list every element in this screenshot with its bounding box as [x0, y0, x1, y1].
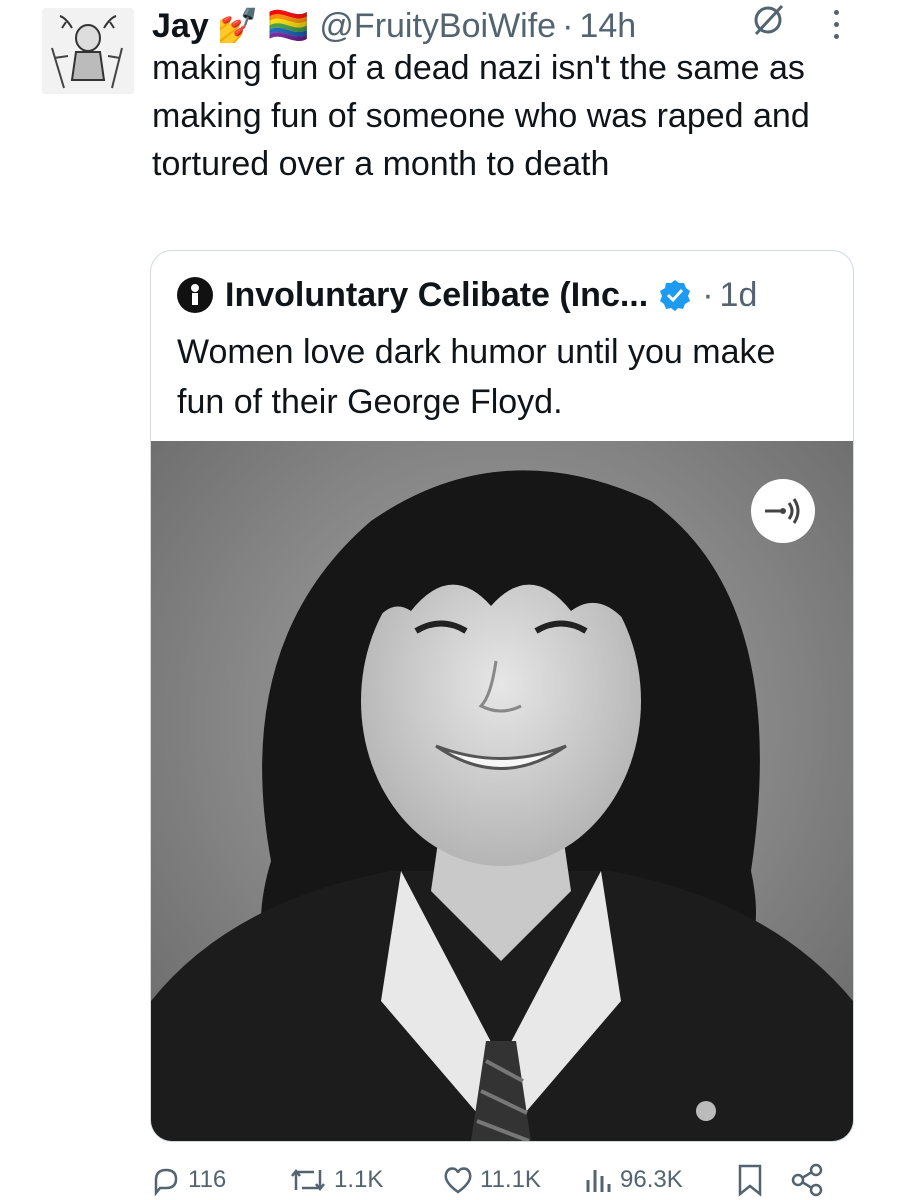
nail-polish-emoji: 💅 [216, 7, 260, 45]
quoted-tweet-card[interactable]: Involuntary Celibate (Inc... · 1d Women … [150, 250, 854, 1142]
share-button[interactable] [790, 1160, 830, 1200]
repost-button[interactable]: 1.1K [288, 1160, 383, 1200]
like-icon [444, 1167, 472, 1194]
separator-dot: · [562, 6, 574, 45]
reply-button[interactable]: 116 [150, 1160, 226, 1200]
more-dot [833, 21, 839, 27]
reply-icon [154, 1168, 178, 1196]
more-icon[interactable] [826, 6, 846, 42]
quoted-author-name[interactable]: Involuntary Celibate (Inc... [225, 276, 648, 315]
like-button[interactable]: 11.1K [442, 1160, 541, 1200]
rainbow-flag-emoji: 🏳️‍🌈 [267, 7, 310, 45]
quoted-author-avatar[interactable] [177, 277, 213, 313]
audio-icon[interactable] [751, 479, 815, 543]
share-icon [791, 1163, 823, 1197]
quoted-tweet-image[interactable] [151, 441, 853, 1141]
verified-icon [660, 280, 691, 311]
repost-icon [291, 1168, 325, 1192]
author-name[interactable]: Jay [152, 7, 209, 46]
quoted-tweet-time[interactable]: 1d [720, 276, 758, 315]
bookmark-icon [738, 1164, 762, 1197]
tweet-text: making fun of a dead nazi isn't the same… [152, 49, 810, 183]
reply-count: 116 [188, 1166, 227, 1193]
more-dot [833, 33, 839, 39]
quoted-tweet-header: Involuntary Celibate (Inc... · 1d [177, 273, 833, 317]
views-icon [586, 1170, 611, 1192]
views-button[interactable]: 96.3K [582, 1160, 683, 1200]
quoted-tweet-text: Women love dark humor until you make fun… [177, 333, 776, 421]
separator-dot: · [702, 275, 714, 314]
author-handle[interactable]: @FruityBoiWife [319, 7, 556, 46]
views-count: 96.3K [620, 1166, 683, 1193]
like-count: 11.1K [480, 1166, 541, 1193]
tweet-action-bar: 116 1.1K 11.1K 96.3K [150, 1160, 850, 1200]
bookmark-button[interactable] [736, 1160, 770, 1200]
grok-icon[interactable] [750, 2, 786, 38]
author-avatar[interactable] [42, 8, 134, 94]
more-dot [833, 9, 839, 15]
tweet-time[interactable]: 14h [579, 7, 636, 46]
repost-count: 1.1K [334, 1166, 384, 1193]
